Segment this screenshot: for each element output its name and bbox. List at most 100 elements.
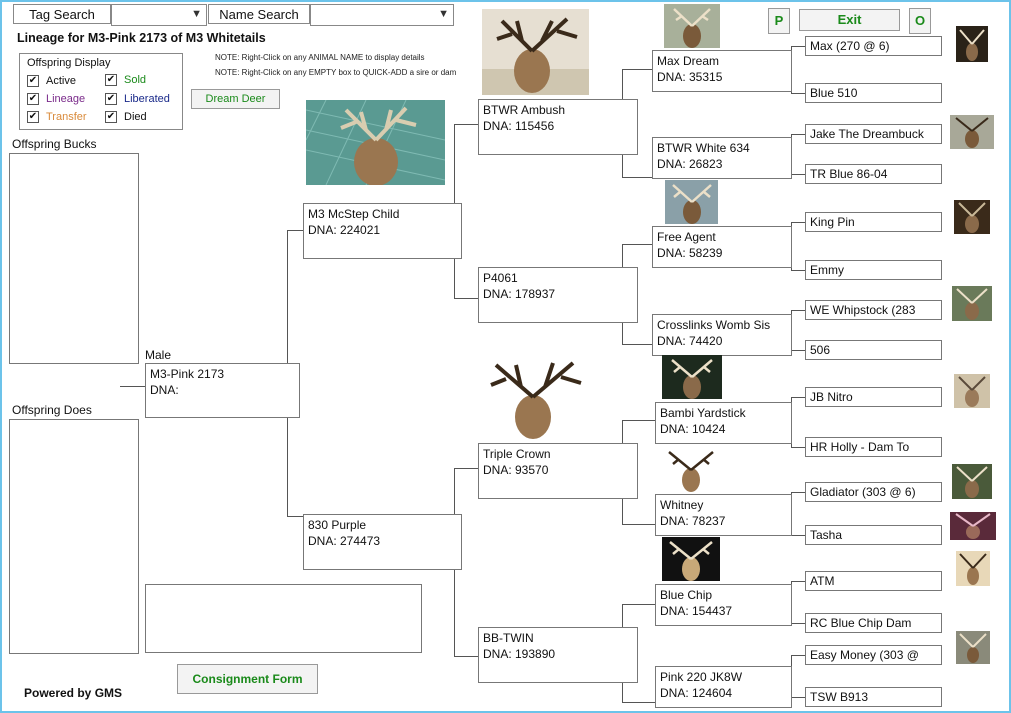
- animal-name: 830 Purple: [308, 518, 367, 532]
- subject-node[interactable]: M3-Pink 2173 DNA:: [145, 363, 300, 418]
- connector-line: [287, 516, 303, 517]
- deer-photo[interactable]: [956, 631, 990, 664]
- notes-box[interactable]: [145, 584, 422, 653]
- o-button[interactable]: O: [909, 8, 931, 34]
- ancestor-node[interactable]: ATM: [805, 571, 942, 591]
- ancestor-node[interactable]: Gladiator (303 @ 6): [805, 482, 942, 502]
- animal-name: Max Dream: [657, 54, 720, 68]
- p-button[interactable]: P: [768, 8, 790, 34]
- consignment-form-button[interactable]: Consignment Form: [177, 664, 318, 694]
- ancestor-node[interactable]: HR Holly - Dam To: [805, 437, 942, 457]
- great-grandparent-node[interactable]: Whitney DNA: 78237: [655, 494, 792, 536]
- tag-search-label: Tag Search: [13, 4, 111, 24]
- animal-name: Free Agent: [657, 230, 716, 244]
- ancestor-node[interactable]: 506: [805, 340, 942, 360]
- connector-line: [622, 69, 623, 100]
- ancestor-node[interactable]: King Pin: [805, 212, 942, 232]
- deer-photo[interactable]: [306, 100, 445, 185]
- connector-line: [622, 177, 654, 178]
- liberated-label: Liberated: [124, 93, 170, 105]
- offspring-display-title: Offspring Display: [27, 57, 111, 69]
- subject-sex-label: Male: [145, 348, 172, 362]
- offspring-does-list[interactable]: [9, 419, 139, 654]
- connector-line: [622, 322, 623, 344]
- offspring-bucks-list[interactable]: [9, 153, 139, 364]
- animal-dna: DNA: 74420: [657, 334, 723, 348]
- transfer-checkbox[interactable]: ✔: [27, 111, 39, 123]
- deer-photo[interactable]: [954, 200, 990, 234]
- ancestor-node[interactable]: Blue 510: [805, 83, 942, 103]
- name-search-select[interactable]: ▼: [310, 4, 454, 26]
- died-checkbox[interactable]: ✔: [105, 111, 117, 123]
- dream-deer-button[interactable]: Dream Deer: [191, 89, 280, 109]
- deer-photo[interactable]: [662, 537, 720, 581]
- deer-photo[interactable]: [481, 357, 587, 439]
- grandparent-node[interactable]: P4061 DNA: 178937: [478, 267, 638, 323]
- sire-node[interactable]: M3 McStep Child DNA: 224021: [303, 203, 462, 259]
- great-grandparent-node[interactable]: Blue Chip DNA: 154437: [655, 584, 792, 626]
- deer-photo[interactable]: [950, 512, 996, 540]
- great-grandparent-node[interactable]: Crosslinks Womb Sis DNA: 74420: [652, 314, 792, 356]
- sold-checkbox[interactable]: ✔: [105, 74, 117, 86]
- connector-line: [791, 350, 805, 351]
- deer-photo[interactable]: [482, 9, 589, 95]
- tag-search-select[interactable]: ▼: [111, 4, 207, 26]
- deer-photo[interactable]: [665, 180, 718, 224]
- deer-photo[interactable]: [956, 26, 988, 62]
- connector-line: [791, 93, 805, 94]
- deer-photo[interactable]: [952, 464, 992, 499]
- ancestor-node[interactable]: TSW B913: [805, 687, 942, 707]
- chevron-down-icon: ▼: [438, 8, 449, 20]
- ancestor-node[interactable]: TR Blue 86-04: [805, 164, 942, 184]
- connector-line: [791, 222, 805, 223]
- dam-node[interactable]: 830 Purple DNA: 274473: [303, 514, 462, 570]
- great-grandparent-node[interactable]: Bambi Yardstick DNA: 10424: [655, 402, 792, 444]
- animal-dna: DNA: 124604: [660, 686, 733, 700]
- great-grandparent-node[interactable]: Free Agent DNA: 58239: [652, 226, 792, 268]
- animal-dna: DNA: 58239: [657, 246, 723, 260]
- lineage-checkbox[interactable]: ✔: [27, 93, 39, 105]
- ancestor-node[interactable]: RC Blue Chip Dam: [805, 613, 942, 633]
- animal-name: Blue Chip: [660, 588, 713, 602]
- animal-name: BTWR Ambush: [483, 103, 566, 117]
- great-grandparent-node[interactable]: BTWR White 634 DNA: 26823: [652, 137, 792, 179]
- connector-line: [622, 154, 623, 177]
- deer-photo[interactable]: [952, 286, 992, 321]
- liberated-checkbox[interactable]: ✔: [105, 93, 117, 105]
- connector-line: [791, 655, 805, 656]
- connector-line: [791, 270, 805, 271]
- grandparent-node[interactable]: Triple Crown DNA: 93570: [478, 443, 638, 499]
- animal-name: BB-TWIN: [483, 631, 534, 645]
- exit-button[interactable]: Exit: [799, 9, 900, 31]
- connector-line: [622, 420, 656, 421]
- connector-line: [622, 69, 654, 70]
- connector-line: [454, 258, 455, 298]
- animal-name: Triple Crown: [483, 447, 551, 461]
- connector-line: [622, 604, 623, 628]
- deer-photo[interactable]: [956, 551, 990, 586]
- ancestor-node[interactable]: JB Nitro: [805, 387, 942, 407]
- connector-line: [791, 697, 805, 698]
- animal-name: Crosslinks Womb Sis: [657, 318, 771, 332]
- grandparent-node[interactable]: BTWR Ambush DNA: 115456: [478, 99, 638, 155]
- great-grandparent-node[interactable]: Max Dream DNA: 35315: [652, 50, 792, 92]
- offspring-does-label: Offspring Does: [12, 403, 92, 417]
- ancestor-node[interactable]: Max (270 @ 6): [805, 36, 942, 56]
- deer-photo[interactable]: [662, 355, 722, 399]
- deer-photo[interactable]: [663, 447, 719, 492]
- deer-photo[interactable]: [950, 115, 994, 149]
- connector-line: [622, 604, 656, 605]
- animal-dna: DNA: 193890: [483, 647, 556, 661]
- connector-line: [791, 310, 805, 311]
- deer-photo[interactable]: [954, 374, 990, 408]
- ancestor-node[interactable]: Emmy: [805, 260, 942, 280]
- active-checkbox[interactable]: ✔: [27, 75, 39, 87]
- deer-photo[interactable]: [664, 4, 720, 48]
- great-grandparent-node[interactable]: Pink 220 JK8W DNA: 124604: [655, 666, 792, 708]
- grandparent-node[interactable]: BB-TWIN DNA: 193890: [478, 627, 638, 683]
- ancestor-node[interactable]: Tasha: [805, 525, 942, 545]
- ancestor-node[interactable]: Jake The Dreambuck: [805, 124, 942, 144]
- offspring-display-panel: Offspring Display ✔ Active ✔ Sold ✔ Line…: [19, 53, 183, 130]
- ancestor-node[interactable]: Easy Money (303 @: [805, 645, 942, 665]
- ancestor-node[interactable]: WE Whipstock (283: [805, 300, 942, 320]
